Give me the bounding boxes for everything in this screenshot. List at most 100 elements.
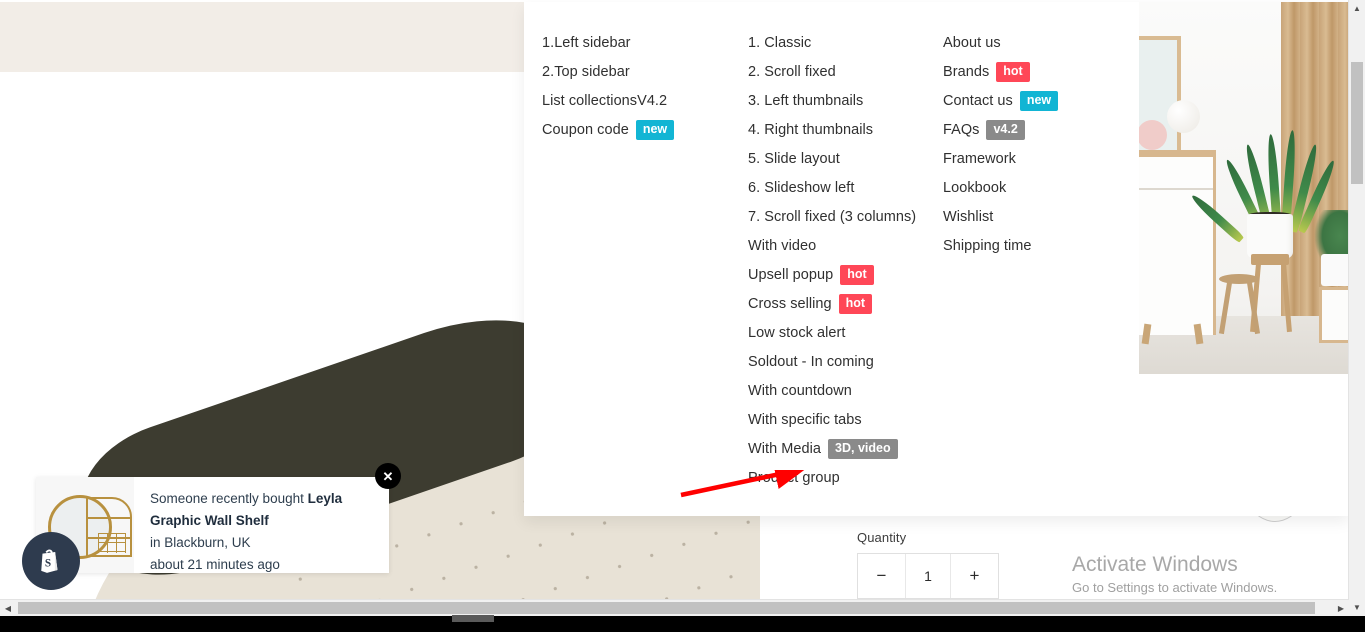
moon-lamp [1167, 100, 1200, 133]
windows-activation-watermark: Activate Windows Go to Settings to activ… [1072, 552, 1277, 598]
notification-product-name-2: Graphic Wall Shelf [150, 513, 269, 528]
mega-menu-item-badge: hot [838, 293, 873, 314]
mega-menu-item[interactable]: With specific tabs [748, 405, 943, 434]
mega-menu-item-label: 6. Slideshow left [748, 179, 855, 196]
mega-menu-item-label: Brands [943, 63, 990, 80]
mega-menu-item-label: 2.Top sidebar [542, 63, 630, 80]
quantity-decrease-button[interactable]: − [858, 554, 906, 598]
mega-menu-item[interactable]: 5. Slide layout [748, 144, 943, 173]
mega-menu-item-badge: v4.2 [986, 119, 1025, 140]
mega-menu-item[interactable]: Cross selling hot [748, 289, 943, 318]
mega-menu-item[interactable]: 2. Scroll fixed [748, 57, 943, 86]
quantity-stepper[interactable]: − 1 + [857, 553, 999, 599]
horizontal-scrollbar[interactable]: ◀ ▶ [0, 599, 1349, 616]
mega-menu-item[interactable]: Soldout - In coming [748, 347, 943, 376]
mega-menu-item-label: List collectionsV4.2 [542, 92, 668, 109]
svg-text:S: S [45, 557, 51, 569]
shopify-bag-icon[interactable]: S [22, 532, 80, 590]
activation-title: Activate Windows [1072, 553, 1238, 576]
notification-text: Someone recently bought Leyla Graphic Wa… [134, 477, 352, 573]
mega-menu-item-label: FAQs [943, 121, 980, 138]
mega-menu-item[interactable]: Brands hot [943, 57, 1139, 86]
mega-menu-item-label: 1. Classic [748, 34, 812, 51]
mega-menu-column-product-layouts: 1. Classic 2. Scroll fixed 3. Left thumbna… [738, 2, 943, 516]
mega-menu-item[interactable]: Wishlist [943, 202, 1139, 231]
mega-menu-item-label: About us [943, 34, 1001, 51]
mega-menu-item-label: With video [748, 237, 817, 254]
mega-menu-item[interactable]: Framework [943, 144, 1139, 173]
quantity-increase-button[interactable]: + [950, 554, 998, 598]
mega-menu-item-label: Shipping time [943, 237, 1032, 254]
mega-menu-item-badge: hot [840, 264, 874, 285]
mega-menu-item-label: With countdown [748, 382, 852, 399]
side-table [1319, 287, 1349, 343]
shelf-grid-detail [98, 533, 126, 553]
mega-menu-item-label: Lookbook [943, 179, 1007, 196]
notification-product-name-1: Leyla [307, 491, 343, 506]
horizontal-scrollbar-thumb[interactable] [18, 602, 1315, 614]
mega-menu-item-label: Wishlist [943, 208, 994, 225]
mega-menu-item-label: Contact us [943, 92, 1013, 109]
mega-menu-item-label: 3. Left thumbnails [748, 92, 864, 109]
mega-menu-item[interactable]: About us [943, 28, 1139, 57]
mega-menu-item[interactable]: Coupon code new [542, 115, 738, 144]
mega-menu-item[interactable]: Lookbook [943, 173, 1139, 202]
annotation-arrow [676, 460, 807, 507]
quantity-block: Quantity − 1 + [857, 530, 999, 599]
mega-menu-promo-image[interactable] [1139, 2, 1349, 374]
mega-menu-item[interactable]: Upsell popup hot [748, 260, 943, 289]
mega-menu-item[interactable]: 3. Left thumbnails [748, 86, 943, 115]
mega-menu-item[interactable]: With Media 3D, video [748, 434, 943, 463]
mega-menu-item[interactable]: Shipping time [943, 231, 1139, 260]
side-plant-pot [1321, 254, 1349, 286]
mega-menu-item[interactable]: With video [748, 231, 943, 260]
scroll-up-arrow-icon[interactable]: ▲ [1349, 0, 1365, 17]
close-icon[interactable]: ✕ [375, 463, 401, 489]
sales-notification-popup[interactable]: Someone recently bought Leyla Graphic Wa… [36, 477, 389, 573]
mega-menu-item-label: 1.Left sidebar [542, 34, 631, 51]
mega-menu-item-label: 2. Scroll fixed [748, 63, 836, 80]
mega-menu-item-label: 4. Right thumbnails [748, 121, 874, 138]
mega-menu-item[interactable]: 7. Scroll fixed (3 columns) [748, 202, 943, 231]
white-cabinet [1139, 150, 1216, 335]
mega-menu-item[interactable]: FAQs v4.2 [943, 115, 1139, 144]
mega-menu-dropdown[interactable]: 1.Left sidebar 2.Top sidebar List collecti… [524, 2, 1349, 516]
mega-menu-item-label: 5. Slide layout [748, 150, 840, 167]
mega-menu-item[interactable]: Low stock alert [748, 318, 943, 347]
wooden-stool-seat [1219, 274, 1259, 284]
quantity-value[interactable]: 1 [906, 554, 950, 598]
vertical-scrollbar[interactable]: ▲ ▼ [1348, 0, 1365, 616]
mega-menu-column-collections: 1.Left sidebar 2.Top sidebar List collecti… [524, 2, 738, 516]
mega-menu-item-badge: new [635, 119, 675, 140]
mega-menu-item[interactable]: 1. Classic [748, 28, 943, 57]
notification-time: about 21 minutes ago [150, 557, 280, 572]
scroll-right-arrow-icon[interactable]: ▶ [1333, 600, 1349, 616]
cabinet-drawer-line [1139, 188, 1213, 190]
mega-menu-item-badge: new [1019, 90, 1059, 111]
mega-menu-item[interactable]: 2.Top sidebar [542, 57, 738, 86]
white-planter [1247, 214, 1293, 258]
mega-menu-item[interactable]: List collectionsV4.2 [542, 86, 738, 115]
taskbar-indicator [452, 615, 494, 622]
mega-menu-item-label: 7. Scroll fixed (3 columns) [748, 208, 917, 225]
mega-menu-item-label: With Media [748, 440, 822, 457]
mega-menu-column-pages: About us Brands hot Contact us new FAQs v4.2 Fr… [943, 2, 1139, 516]
mega-menu-item-label: Soldout - In coming [748, 353, 874, 370]
activation-subtitle: Go to Settings to activate Windows. [1072, 580, 1278, 595]
mega-menu-item-label: Framework [943, 150, 1016, 167]
mega-menu-item[interactable]: Contact us new [943, 86, 1139, 115]
mega-menu-item[interactable]: With countdown [748, 376, 943, 405]
mega-menu-item-label: Coupon code [542, 121, 629, 138]
mega-menu-item[interactable]: 1.Left sidebar [542, 28, 738, 57]
mega-menu-item-badge: 3D, video [828, 438, 898, 459]
notification-line-1: Someone recently bought Leyla [150, 488, 342, 510]
scroll-down-arrow-icon[interactable]: ▼ [1349, 599, 1365, 616]
mega-menu-item[interactable]: 6. Slideshow left [748, 173, 943, 202]
mega-menu-item-label: Cross selling [748, 295, 832, 312]
mega-menu-item-label: Upsell popup [748, 266, 834, 283]
scroll-left-arrow-icon[interactable]: ◀ [0, 600, 16, 616]
mega-menu-item[interactable]: 4. Right thumbnails [748, 115, 943, 144]
notification-location: in Blackburn, UK [150, 535, 251, 550]
vertical-scrollbar-thumb[interactable] [1351, 62, 1363, 184]
taskbar-strip [0, 616, 1365, 632]
